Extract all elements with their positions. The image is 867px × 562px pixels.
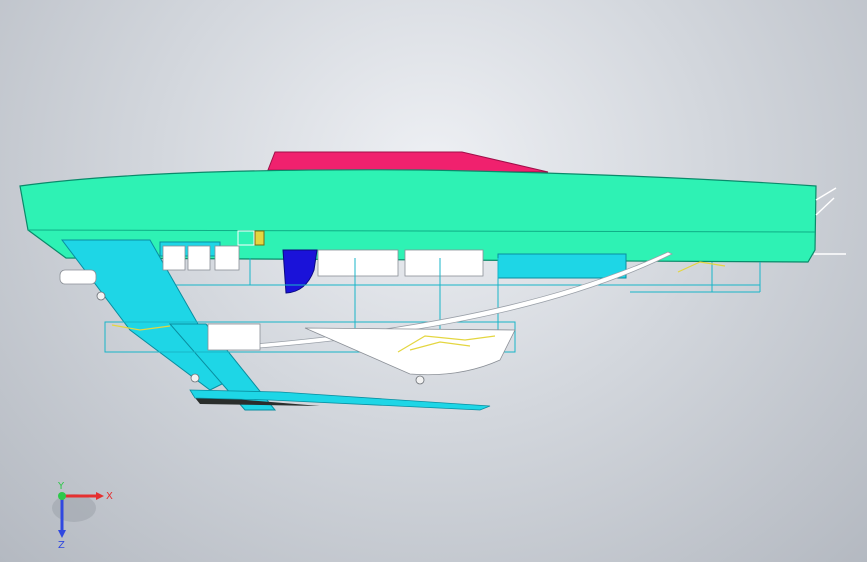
triad-shadow xyxy=(52,494,96,522)
x-axis-arrow xyxy=(96,492,104,500)
panel-left xyxy=(207,323,261,351)
z-axis-arrow xyxy=(58,530,66,538)
hinge-plate xyxy=(254,230,265,246)
y-axis-label: Y xyxy=(57,481,65,492)
z-axis-label: Z xyxy=(58,540,65,550)
bow-rail xyxy=(814,187,846,255)
3d-model-viewport[interactable] xyxy=(0,0,867,562)
tender-boat xyxy=(304,327,516,376)
y-axis-dot xyxy=(58,492,66,500)
under-box-2 xyxy=(497,253,627,279)
rudder xyxy=(282,249,318,294)
deck-cabin xyxy=(267,151,549,173)
axis-triad: X Y Z xyxy=(52,481,113,550)
x-axis-label: X xyxy=(106,491,113,502)
